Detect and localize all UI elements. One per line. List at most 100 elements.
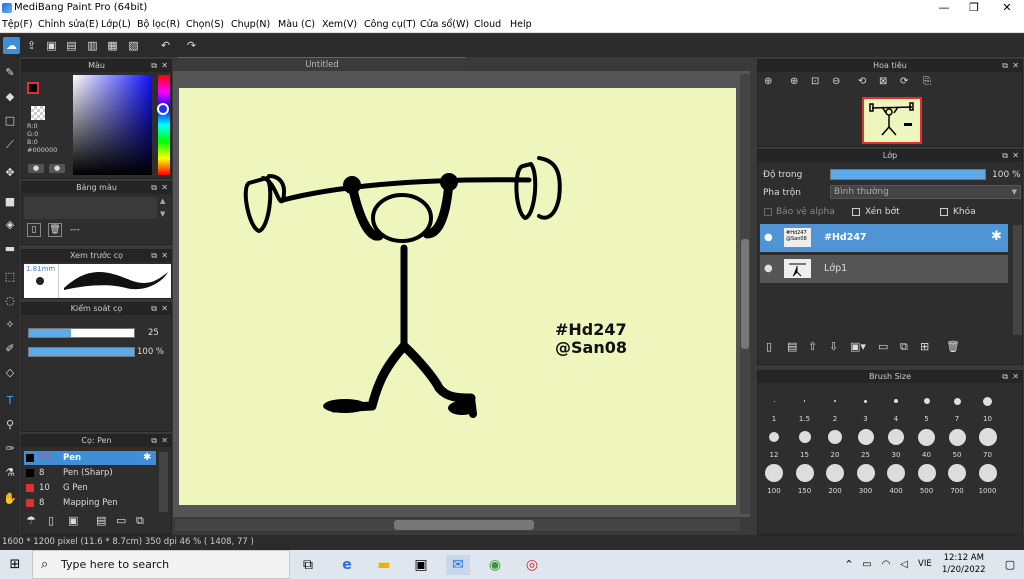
layer-opacity-slider[interactable] (830, 169, 986, 180)
select-tool-icon[interactable]: ⬚ (1, 267, 19, 287)
medibang-icon[interactable]: ◉ (485, 555, 505, 575)
brush-size-option[interactable]: 5 (913, 389, 941, 423)
menu-layer[interactable]: Lớp(L) (101, 19, 131, 30)
menu-help[interactable]: Help (510, 19, 532, 30)
layer-scrollbar[interactable] (1013, 225, 1022, 335)
close-icon[interactable]: ✕ (1012, 371, 1019, 383)
close-icon[interactable]: ✕ (161, 435, 168, 447)
gradient-tool-icon[interactable]: ▬ (1, 239, 19, 259)
grid-icon[interactable]: ▦ (104, 37, 121, 54)
document-icon[interactable]: ▥ (84, 37, 101, 54)
close-icon[interactable]: ✕ (161, 250, 168, 262)
language-indicator[interactable]: VIE (918, 559, 932, 569)
message-icon[interactable]: ▤ (63, 37, 80, 54)
popout-icon[interactable]: ⧉ (151, 303, 157, 315)
brush-size-option[interactable]: 3 (852, 389, 880, 423)
hue-handle[interactable] (157, 103, 169, 115)
table-icon[interactable]: ▧ (125, 37, 142, 54)
notification-icon[interactable]: ▢ (1000, 555, 1020, 575)
popout-icon[interactable]: ⧉ (1002, 60, 1008, 72)
hand-tool-icon[interactable]: ✋ (1, 489, 19, 509)
comment-icon[interactable]: ▣ (43, 37, 60, 54)
edge-icon[interactable]: e (337, 555, 357, 575)
zoom-icon[interactable]: ⊕ (764, 76, 772, 87)
brush-item-g-pen[interactable]: 10 G Pen (24, 481, 156, 495)
drawing-paper[interactable]: #Hd247 @San08 (179, 88, 736, 505)
edit-brush-icon[interactable]: ▤ (96, 514, 106, 527)
reset-icon[interactable]: ⎘ (923, 76, 931, 87)
duplicate-icon[interactable]: ⧉ (900, 340, 908, 354)
brush-size-option[interactable]: 100 (760, 461, 788, 495)
folder-icon[interactable]: ▭ (878, 340, 888, 353)
gear-icon[interactable]: ✱ (143, 451, 151, 465)
store-icon[interactable]: ▣ (411, 555, 431, 575)
clock[interactable]: 12:12 AM 1/20/2022 (942, 552, 986, 576)
brush-size-option[interactable]: 10 (974, 389, 1002, 423)
popout-icon[interactable]: ⧉ (151, 182, 157, 194)
undo-icon[interactable]: ↶ (157, 37, 174, 54)
layer-row-lop1[interactable]: ● Lớp1 (760, 255, 1008, 283)
canvas-horizontal-scrollbar[interactable] (175, 519, 740, 531)
bucket-tool-icon[interactable]: ◈ (1, 215, 19, 235)
rotate-right-icon[interactable]: ⟳ (900, 76, 908, 87)
brush-size-option[interactable]: 1 (760, 389, 788, 423)
brush-size-option[interactable]: 300 (852, 461, 880, 495)
merge-up-icon[interactable]: ⇧ (808, 340, 817, 353)
cloud-icon[interactable]: ☁ (3, 37, 20, 54)
brush-size-option[interactable]: 2 (821, 389, 849, 423)
battery-icon[interactable]: ▭ (857, 555, 877, 575)
brush-size-option[interactable]: 700 (943, 461, 971, 495)
scroll-down-icon[interactable]: ▼ (160, 210, 165, 218)
brush-tool-icon[interactable]: ✎ (1, 63, 19, 83)
new-layer-icon[interactable]: ▯ (766, 340, 772, 353)
scroll-up-icon[interactable]: ▲ (160, 197, 165, 205)
popout-icon[interactable]: ⧉ (151, 435, 157, 447)
menu-window[interactable]: Cửa sổ(W) (420, 19, 469, 30)
brush-size-option[interactable]: 70 (974, 425, 1002, 459)
move-tool-icon[interactable]: ✥ (1, 163, 19, 183)
brush-size-option[interactable]: 1000 (974, 461, 1002, 495)
export-icon[interactable]: ⇪ (23, 37, 40, 54)
brush-size-option[interactable]: 30 (882, 425, 910, 459)
menu-edit[interactable]: Chỉnh sửa(E) (38, 19, 99, 30)
fit-icon[interactable]: ⊡ (811, 76, 819, 87)
file-explorer-icon[interactable]: ▬ (374, 555, 394, 575)
close-icon[interactable]: ✕ (1012, 60, 1019, 72)
folder-icon[interactable]: ▭ (116, 514, 126, 527)
fill-rect-tool-icon[interactable]: ■ (1, 192, 19, 212)
color-mode-icon[interactable]: ● (28, 164, 44, 173)
brushes-scrollbar[interactable] (159, 452, 168, 512)
navigator-thumbnail[interactable] (862, 97, 922, 144)
brush-item-mapping-pen[interactable]: 8 Mapping Pen (24, 496, 156, 510)
select-pen-icon[interactable]: ✐ (1, 339, 19, 359)
brush-size-option[interactable]: 1.5 (791, 389, 819, 423)
protect-alpha-checkbox[interactable] (764, 208, 772, 216)
transparent-swatch[interactable] (31, 106, 45, 120)
canvas-tab[interactable]: Untitled (178, 57, 466, 71)
popout-icon[interactable]: ⧉ (1002, 371, 1008, 383)
merge-down-icon[interactable]: ⇩ (829, 340, 838, 353)
menu-tools[interactable]: Công cụ(T) (364, 19, 416, 30)
menu-filter[interactable]: Bộ lọc(R) (137, 19, 180, 30)
eraser-tool-icon[interactable]: ◆ (1, 87, 19, 107)
taskbar-search[interactable]: ⌕ Type here to search (32, 550, 290, 579)
close-icon[interactable]: ✕ (161, 303, 168, 315)
layer-row-hd247[interactable]: ● #Hd247 @San08 #Hd247 ✱ (760, 224, 1008, 252)
brush-size-option[interactable]: 15 (791, 425, 819, 459)
minimize-button[interactable]: — (928, 0, 960, 17)
layer-type-icon[interactable]: ▣▾ (850, 340, 866, 353)
flip-icon[interactable]: ⊠ (879, 76, 887, 87)
zoom-in-icon[interactable]: ⊕ (790, 76, 798, 87)
menu-color[interactable]: Màu (C) (278, 19, 315, 30)
task-view-icon[interactable]: ⧉ (298, 555, 318, 575)
add-brush-icon[interactable]: ▣ (68, 514, 78, 527)
gear-icon[interactable]: ✱ (991, 229, 1002, 244)
brush-size-option[interactable]: 4 (882, 389, 910, 423)
mail-icon[interactable]: ✉ (446, 555, 470, 575)
brush-size-option[interactable]: 200 (821, 461, 849, 495)
close-icon[interactable]: ✕ (1012, 150, 1019, 162)
horizontal-scroll-thumb[interactable] (394, 520, 534, 530)
clipping-checkbox[interactable] (852, 208, 860, 216)
operation-tool-icon[interactable]: ⚲ (1, 415, 19, 435)
dropper-tool-icon[interactable]: ⚗ (1, 463, 19, 483)
